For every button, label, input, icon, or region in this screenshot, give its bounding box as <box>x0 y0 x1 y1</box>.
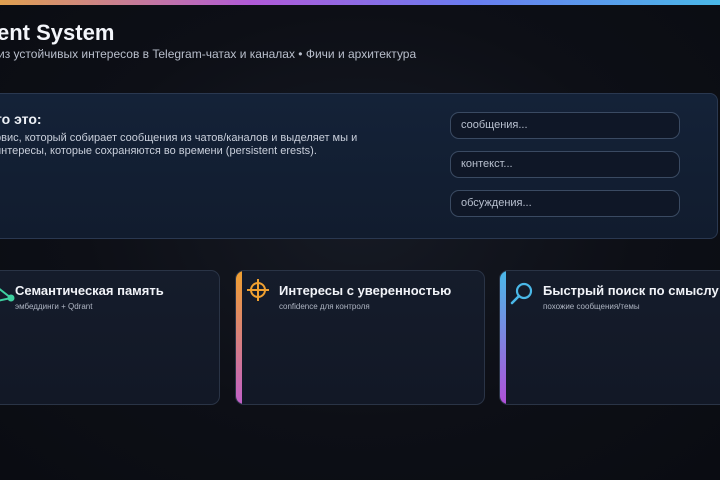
discussions-input[interactable]: обсуждения... <box>450 190 680 217</box>
feature-card-semantic-search[interactable]: Быстрый поиск по смыслу похожие сообщени… <box>499 270 720 405</box>
page-subtitle: из устойчивых интересов в Telegram-чатах… <box>0 47 417 61</box>
context-input[interactable]: контекст... <box>450 151 680 178</box>
top-gradient-bar <box>0 0 720 5</box>
page-title: ent System <box>0 20 115 45</box>
messages-input[interactable]: сообщения... <box>450 112 680 139</box>
feature-card-interests-confidence[interactable]: Интересы с уверенностью confidence для к… <box>235 270 485 405</box>
card-title: Интересы с уверенностью <box>279 283 452 298</box>
card-subtitle: confidence для контроля <box>279 302 370 311</box>
crosshair-target-icon <box>247 279 269 301</box>
feature-card-semantic-memory[interactable]: Семантическая память эмбеддинги + Qdrant <box>0 270 220 405</box>
hero-heading: то это: <box>0 111 42 127</box>
card-subtitle: эмбеддинги + Qdrant <box>15 302 93 311</box>
card-title: Быстрый поиск по смыслу <box>543 283 719 298</box>
card-accent-bar <box>236 271 242 404</box>
card-subtitle: похожие сообщения/темы <box>543 302 640 311</box>
magnifier-icon <box>510 282 533 305</box>
card-title: Семантическая память <box>15 283 164 298</box>
card-accent-bar <box>500 271 506 404</box>
hero-description: рвис, который собирает сообщения из чато… <box>0 132 358 157</box>
